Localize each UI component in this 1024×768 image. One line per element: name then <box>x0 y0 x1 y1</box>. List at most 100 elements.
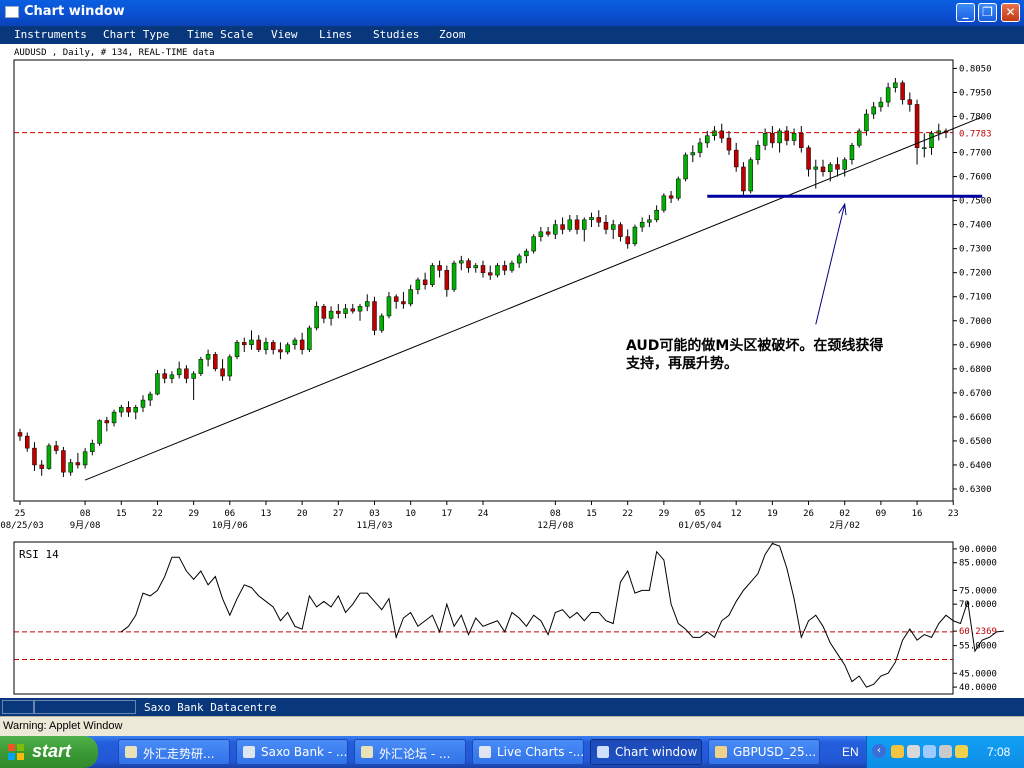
system-tray: ‹ 7:08 <box>866 736 1024 768</box>
candle-body <box>17 432 23 437</box>
candle-body <box>437 265 442 271</box>
candle-body <box>712 130 717 136</box>
menu-lines[interactable]: Lines <box>319 28 352 41</box>
start-button[interactable]: start <box>0 736 98 768</box>
y-tick-label: 0.7700 <box>959 149 992 159</box>
candle-body <box>799 133 804 148</box>
candle-body <box>408 289 413 305</box>
minimize-button[interactable]: _ <box>956 3 975 22</box>
candle-body <box>393 296 399 302</box>
candle-body <box>278 349 283 353</box>
candle-body <box>726 137 732 151</box>
y-tick-label: 0.6400 <box>959 461 992 471</box>
tray-expand-icon[interactable]: ‹ <box>872 744 886 758</box>
candle-body <box>567 219 573 230</box>
rsi-label: RSI 14 <box>19 548 59 561</box>
candle-body <box>502 265 507 271</box>
menu-studies[interactable]: Studies <box>373 28 419 41</box>
browser-icon <box>597 746 609 758</box>
y-tick-label: 0.6300 <box>959 485 992 495</box>
candle-body <box>661 195 667 211</box>
candle-body <box>205 354 211 360</box>
taskbar-item-forex-research[interactable]: 外汇走势研... <box>118 739 230 765</box>
tray-volume-icon[interactable] <box>939 745 952 758</box>
x-tick-label: 08 <box>550 509 561 519</box>
y-tick-label: 0.6500 <box>959 437 992 447</box>
candle-body <box>553 224 558 235</box>
taskbar-item-gbpusd-image[interactable]: GBPUSD_25... <box>708 739 820 765</box>
candle-body <box>82 451 88 466</box>
maximize-button[interactable]: ❐ <box>978 3 997 22</box>
tray-app-icon[interactable] <box>891 745 904 758</box>
x-tick-label: 15 <box>586 509 597 519</box>
candle-body <box>75 462 81 466</box>
candle-body <box>270 342 276 350</box>
candle-body <box>422 279 428 285</box>
rsi-y-tick-label: 45.0000 <box>959 669 997 679</box>
candle-body <box>140 399 146 408</box>
taskbar-item-label: Saxo Bank - ... <box>261 745 348 759</box>
y-tick-label: 0.6800 <box>959 365 992 375</box>
menu-view[interactable]: View <box>271 28 298 41</box>
candle-body <box>806 147 811 170</box>
candle-body <box>516 255 522 264</box>
candle-body <box>893 82 898 88</box>
x-month-label: 11月/03 <box>356 520 392 531</box>
close-button[interactable]: ✕ <box>1001 3 1020 22</box>
taskbar-item-saxo-bank[interactable]: Saxo Bank - ... <box>236 739 348 765</box>
candle-body <box>596 217 601 223</box>
menu-chart-type[interactable]: Chart Type <box>103 28 169 41</box>
candle-body <box>198 358 204 374</box>
candle-body <box>343 308 348 314</box>
candle-body <box>531 236 536 252</box>
candle-body <box>907 99 913 105</box>
candle-body <box>885 87 891 103</box>
menu-zoom[interactable]: Zoom <box>439 28 466 41</box>
rsi-y-tick-label: 75.0000 <box>959 586 997 596</box>
candle-body <box>263 342 269 350</box>
menu-time-scale[interactable]: Time Scale <box>187 28 253 41</box>
candle-body <box>415 279 421 290</box>
candle-body <box>618 224 623 237</box>
taskbar-item-label: Live Charts -... <box>497 745 584 759</box>
x-tick-label: 29 <box>658 509 669 519</box>
taskbar-item-live-charts[interactable]: Live Charts -... <box>472 739 584 765</box>
rsi-y-tick-label: 85.0000 <box>959 559 997 569</box>
x-tick-label: 22 <box>152 509 163 519</box>
browser-icon <box>479 746 491 758</box>
rsi-y-tick-label: 40.0000 <box>959 683 997 693</box>
x-tick-label: 10 <box>405 509 416 519</box>
x-tick-label: 29 <box>188 509 199 519</box>
x-tick-label: 19 <box>767 509 778 519</box>
rsi-y-tick-label: 70.0000 <box>959 600 997 610</box>
candle-body <box>372 301 377 331</box>
taskbar-item-forex-forum[interactable]: 外汇论坛 - ... <box>354 739 466 765</box>
candle-body <box>466 260 471 269</box>
candle-body <box>639 221 645 228</box>
language-indicator[interactable]: EN <box>842 745 859 759</box>
candle-body <box>285 344 290 353</box>
candle-body <box>929 133 934 148</box>
x-month-label: 12月/08 <box>537 520 573 531</box>
title-bar: Chart window _ ❐ ✕ <box>0 0 1024 26</box>
x-month-label: 01/05/04 <box>678 521 721 531</box>
candle-body <box>249 339 254 346</box>
candle-body <box>430 265 435 285</box>
y-tick-label: 0.7600 <box>959 173 992 183</box>
chart-area[interactable]: AUDUSD , Daily, # 134, REAL-TIME data 0.… <box>0 44 1024 698</box>
candle-body <box>213 354 218 370</box>
candle-body <box>53 445 59 451</box>
windows-logo-icon <box>8 744 24 760</box>
window-title: Chart window <box>24 4 125 19</box>
menu-instruments[interactable]: Instruments <box>14 28 87 41</box>
tray-tool-icon[interactable] <box>923 745 936 758</box>
candle-body <box>495 265 500 276</box>
tray-network-icon[interactable] <box>907 745 920 758</box>
x-tick-label: 16 <box>912 509 923 519</box>
warning-bar: Warning: Applet Window <box>0 716 1024 736</box>
candle-body <box>668 195 674 199</box>
candle-body <box>719 130 724 139</box>
candle-body <box>676 178 681 199</box>
tray-security-icon[interactable] <box>955 745 968 758</box>
taskbar-item-chart-window[interactable]: Chart window <box>590 739 702 765</box>
